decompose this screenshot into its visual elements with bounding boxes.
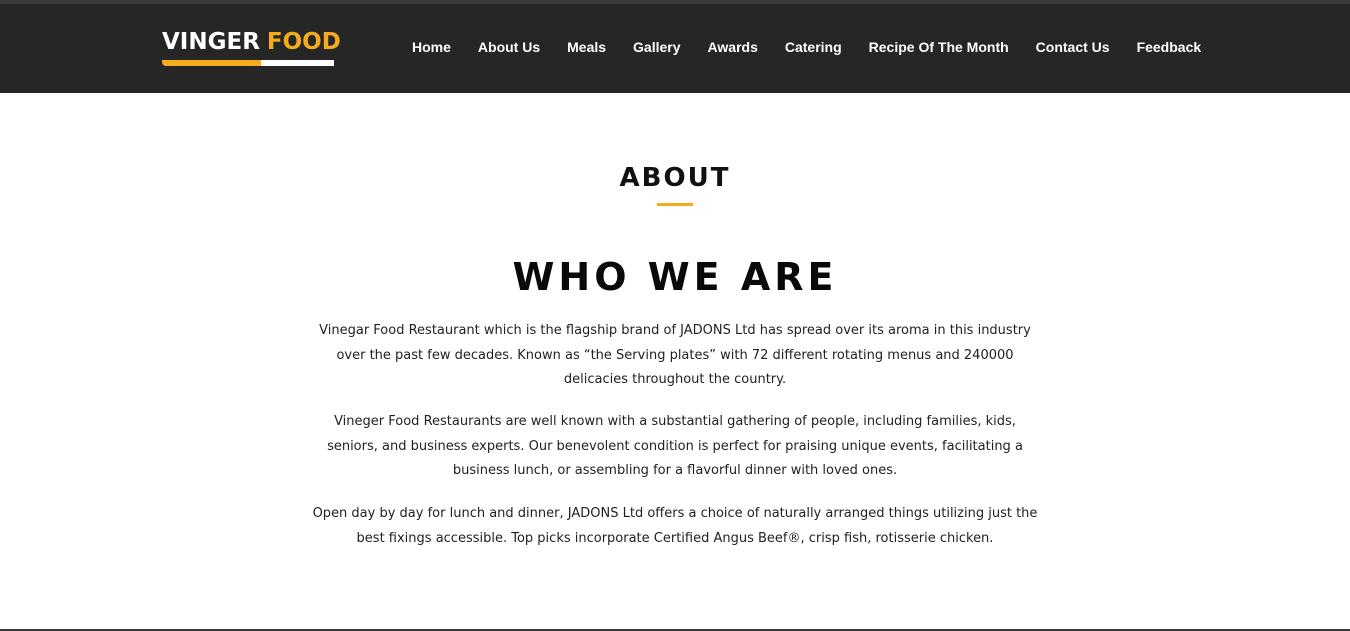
section-title-about: ABOUT [619,163,731,193]
logo-bar-white [261,60,334,66]
section-title-underline [657,203,693,206]
site-logo[interactable]: VINGER FOOD [162,28,341,70]
nav-link-catering[interactable]: Catering [785,38,842,56]
nav-link-feedback[interactable]: Feedback [1137,38,1202,56]
logo-underline-bar [162,60,334,66]
nav-link-about-us[interactable]: About Us [478,38,540,56]
logo-word-vinger: VINGER [162,29,260,55]
main-nav: Home About Us Meals Gallery Awards Cater… [412,38,1201,56]
about-paragraph-2: Vineger Food Restaurants are well known … [327,414,1023,478]
nav-link-recipe-of-the-month[interactable]: Recipe Of The Month [869,38,1009,56]
logo-word-food: FOOD [266,29,341,55]
logo-bar-yellow [162,60,261,66]
about-paragraph-1: Vinegar Food Restaurant which is the fla… [319,323,1031,387]
nav-link-awards[interactable]: Awards [708,38,758,56]
nav-link-contact-us[interactable]: Contact Us [1036,38,1110,56]
about-paragraph-3: Open day by day for lunch and dinner, JA… [312,506,1038,546]
page: VINGER FOOD Home About Us Meals Gallery A… [0,0,1350,631]
nav-link-gallery[interactable]: Gallery [633,38,680,56]
who-we-are-heading: WHO WE ARE [512,255,838,299]
logo-text: VINGER FOOD [162,28,341,56]
top-navbar: VINGER FOOD Home About Us Meals Gallery A… [0,4,1350,93]
nav-link-meals[interactable]: Meals [567,38,606,56]
nav-link-home[interactable]: Home [412,38,451,56]
